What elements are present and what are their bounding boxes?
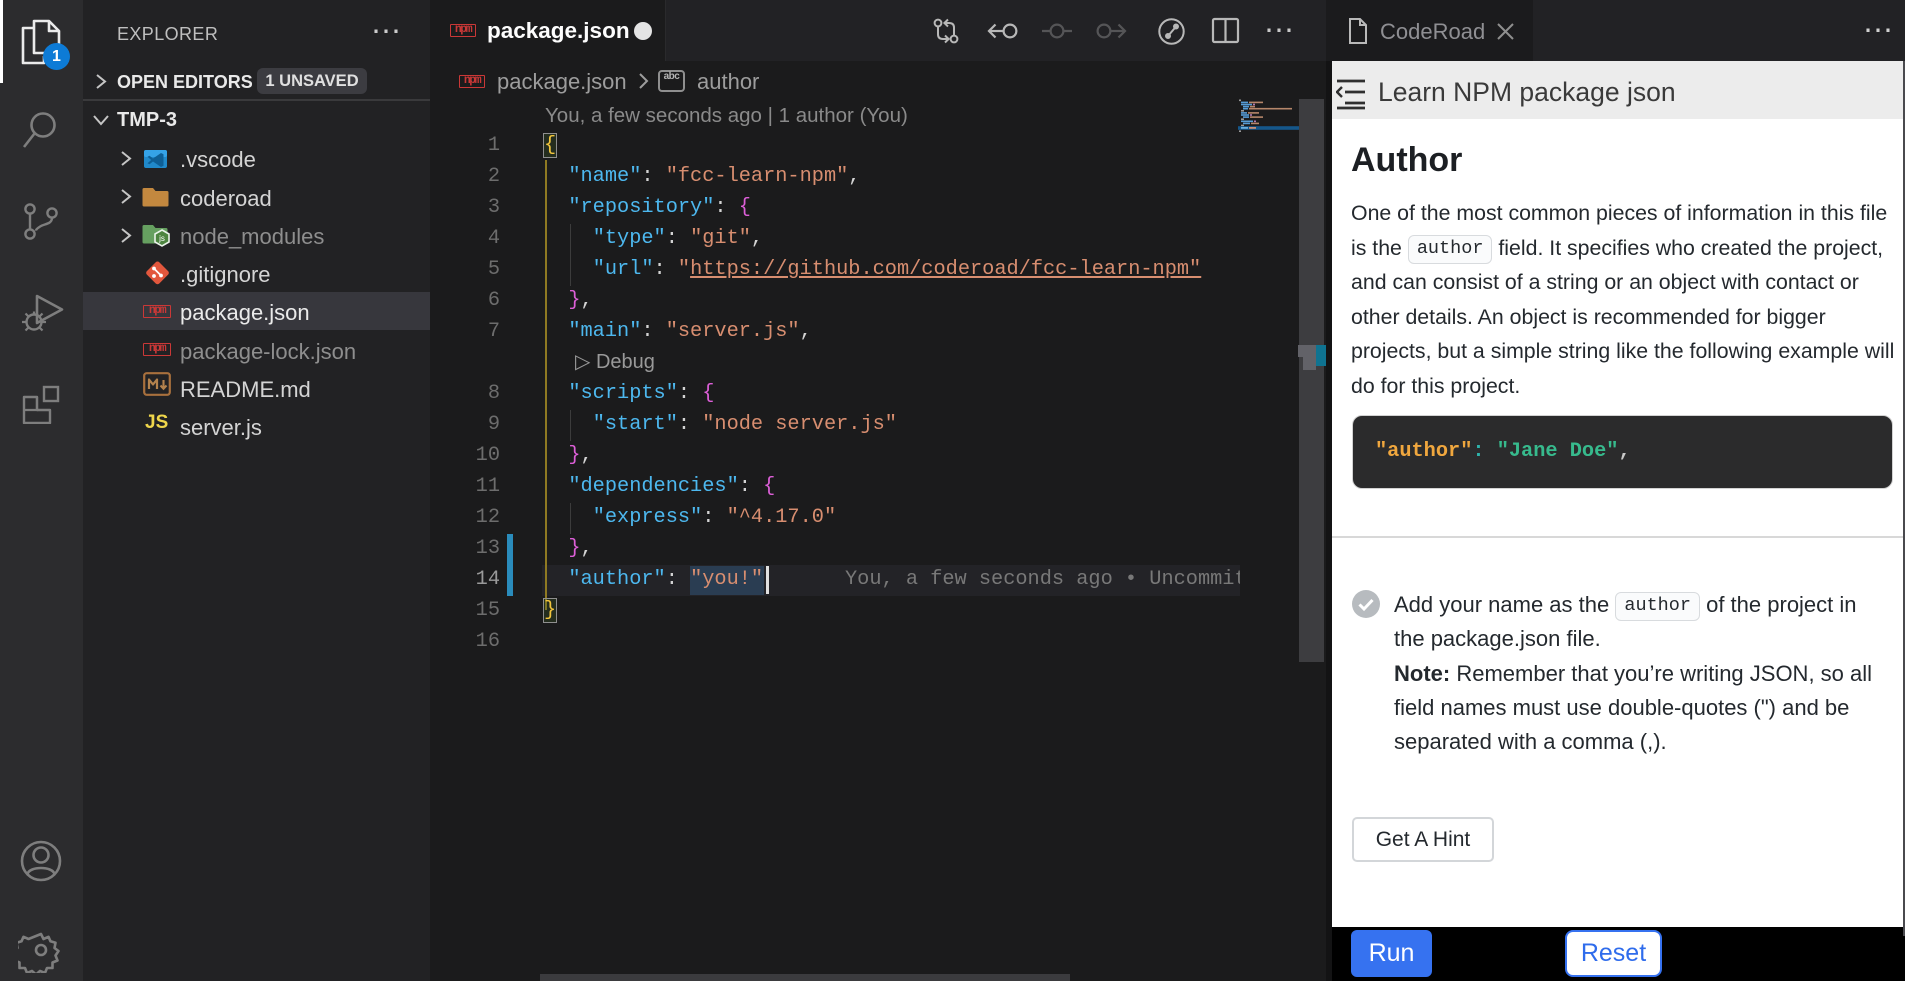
- svg-text:js: js: [158, 234, 165, 243]
